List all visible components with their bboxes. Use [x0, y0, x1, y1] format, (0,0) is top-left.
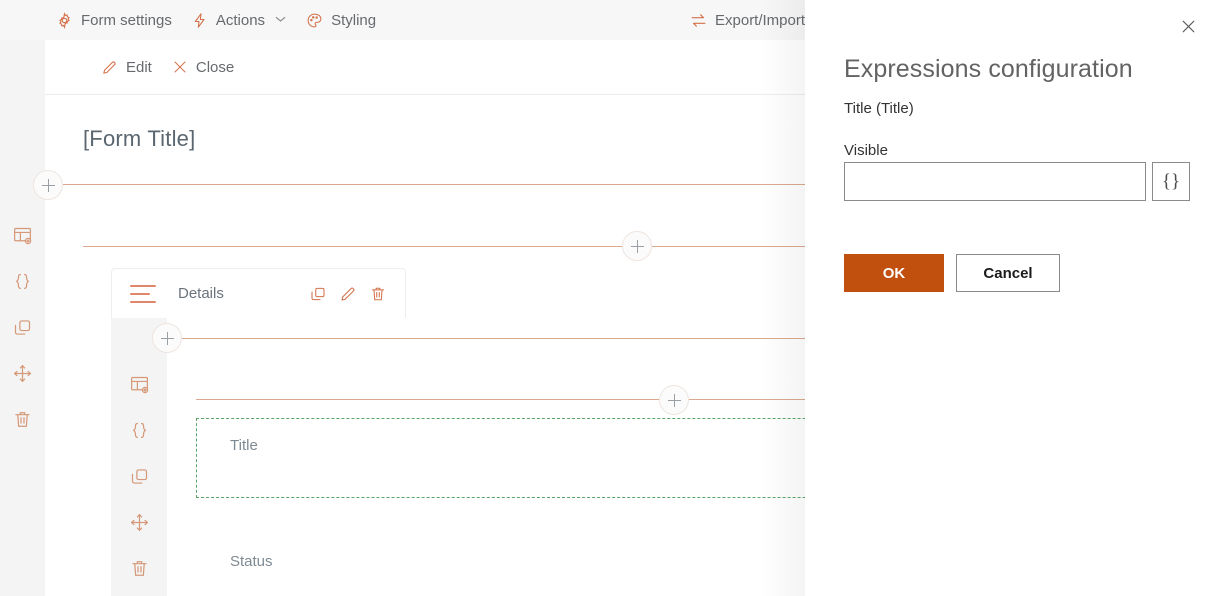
close-x-icon — [1182, 20, 1194, 32]
section-rail-icon-group — [111, 372, 167, 580]
form-rail-icon-group — [0, 223, 45, 431]
close-x-icon — [172, 59, 188, 75]
visible-field-row: {} — [844, 162, 1190, 201]
edit-button[interactable]: Edit — [93, 59, 160, 76]
trash-icon[interactable] — [11, 407, 35, 431]
section-tab-actions — [309, 285, 387, 303]
add-section-button-2[interactable] — [622, 231, 652, 261]
visible-expression-input[interactable] — [844, 162, 1146, 201]
add-row-button-1[interactable] — [152, 323, 182, 353]
expressions-configuration-panel: Expressions configuration Title (Title) … — [805, 0, 1221, 596]
add-section-button-1[interactable] — [33, 170, 63, 200]
edit-label: Edit — [126, 58, 152, 76]
braces-icon[interactable] — [127, 418, 151, 442]
visible-field-label: Visible — [844, 142, 888, 159]
form-settings-label: Form settings — [81, 11, 172, 29]
section-tab-label: Details — [178, 285, 224, 302]
panel-subtitle: Title (Title) — [844, 100, 914, 117]
form-field-status-label: Status — [230, 553, 273, 570]
expression-builder-button[interactable]: {} — [1152, 162, 1190, 201]
pencil-icon[interactable] — [339, 285, 357, 303]
form-left-rail — [0, 40, 45, 596]
lightning-icon — [192, 12, 208, 29]
close-label: Close — [195, 58, 235, 76]
palette-icon — [306, 12, 323, 29]
panel-close-button[interactable] — [1174, 12, 1202, 40]
actions-label: Actions — [215, 11, 266, 29]
move-icon[interactable] — [127, 510, 151, 534]
cancel-button[interactable]: Cancel — [956, 254, 1060, 292]
gear-icon — [56, 11, 73, 29]
panel-action-buttons: OK Cancel — [844, 254, 1060, 292]
trash-icon[interactable] — [127, 556, 151, 580]
copy-icon[interactable] — [127, 464, 151, 488]
add-row-button-2[interactable] — [659, 385, 689, 415]
drag-handle-icon[interactable] — [130, 284, 156, 303]
section-tab-details[interactable]: Details — [111, 268, 406, 318]
move-icon[interactable] — [11, 361, 35, 385]
top-command-bar-left-group: Form settings Actions Styling — [46, 0, 386, 40]
copy-icon[interactable] — [309, 285, 327, 303]
swap-arrows-icon — [690, 12, 707, 29]
styling-label: Styling — [331, 11, 377, 29]
pencil-icon — [101, 59, 118, 76]
trash-icon[interactable] — [369, 285, 387, 303]
page-title: [Form Title] — [83, 126, 196, 151]
braces-icon[interactable] — [11, 269, 35, 293]
layout-settings-icon[interactable] — [127, 372, 151, 396]
copy-icon[interactable] — [11, 315, 35, 339]
app-root: Form settings Actions Styling Edit Close… — [0, 0, 1221, 596]
close-button[interactable]: Close — [164, 59, 242, 76]
layout-settings-icon[interactable] — [11, 223, 35, 247]
chevron-down-icon — [275, 14, 286, 26]
ok-button[interactable]: OK — [844, 254, 944, 292]
section-inner-rail — [111, 318, 167, 596]
styling-button[interactable]: Styling — [296, 0, 386, 40]
panel-title: Expressions configuration — [844, 55, 1133, 83]
panel-scrim — [760, 0, 805, 596]
form-settings-button[interactable]: Form settings — [46, 0, 182, 40]
actions-menu-button[interactable]: Actions — [182, 0, 296, 40]
